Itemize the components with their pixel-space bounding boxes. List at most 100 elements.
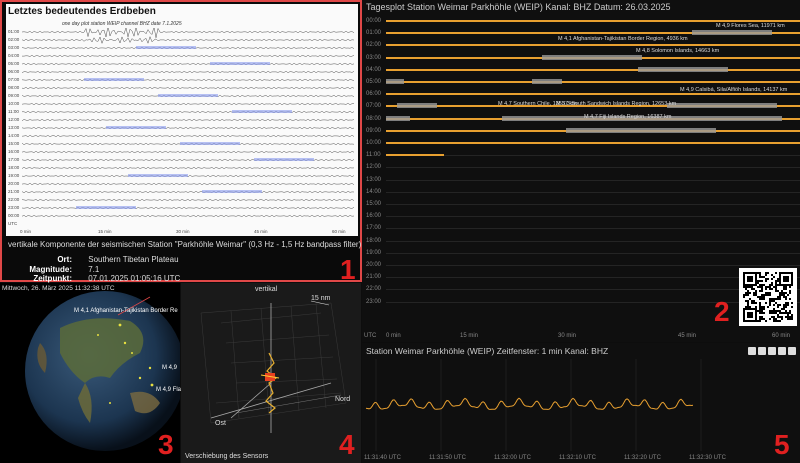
- seismogram-x-tick: 15 min: [98, 229, 112, 234]
- seismogram-trace: [22, 78, 354, 82]
- seismogram-hour-label: 13:00: [8, 125, 20, 130]
- seismogram-hour-label: 20:00: [8, 181, 20, 186]
- event-highlight: [667, 103, 777, 109]
- quake-label[interactable]: M 4,9 Calsibá, Sila/Alfiöh Islands, 1413…: [680, 87, 787, 93]
- quake-label[interactable]: M 4,7 Fiji Islands Region, 16387 km: [584, 114, 671, 120]
- hour-label: 04:00: [366, 66, 382, 73]
- event-marker: [76, 206, 136, 209]
- location-label: Ort:: [57, 255, 72, 264]
- globe-quake-label: M 4,9 Fla: [156, 387, 182, 393]
- hour-label: 03:00: [366, 54, 382, 61]
- sensor-displacement-panel: vertikal 15 nm Nord Ost Verschiebung des…: [181, 283, 361, 463]
- event-marker: [106, 126, 166, 129]
- magnitude-label: Magnitude:: [29, 265, 72, 274]
- seismogram-trace: [22, 118, 354, 122]
- grid-line: [386, 265, 800, 266]
- seismogram-trace: [22, 70, 354, 74]
- trace-line: [386, 142, 800, 144]
- zoom-icon[interactable]: [758, 347, 766, 355]
- seismogram-x-tick: 30 min: [176, 229, 190, 234]
- hour-label: 02:00: [366, 42, 382, 49]
- hour-label: 15:00: [366, 201, 382, 207]
- seismogram-hour-label: 14:00: [8, 133, 20, 138]
- x-tick-label: 11:32:10 UTC: [559, 455, 596, 461]
- hour-label: 10:00: [366, 140, 382, 146]
- edit-icon[interactable]: [788, 347, 796, 355]
- hour-label: 13:00: [366, 176, 382, 183]
- event-highlight: [692, 30, 772, 36]
- seismogram-trace: [22, 206, 354, 210]
- hour-label: 08:00: [366, 115, 382, 122]
- hour-label: 14:00: [366, 188, 382, 195]
- latest-earthquake-panel: Letztes bedeutendes Erdbeben one day plo…: [0, 0, 362, 284]
- seismogram-hour-label: 18:00: [8, 165, 20, 170]
- x-tick-label: 11:32:00 UTC: [494, 455, 531, 461]
- event-marker: [136, 46, 196, 49]
- hour-label: 07:00: [366, 103, 382, 110]
- hour-label: 05:00: [366, 79, 382, 85]
- seismogram-image: Letztes bedeutendes Erdbeben one day plo…: [6, 4, 358, 236]
- info-magnitude: Magnitude: 7.1: [2, 265, 99, 274]
- qr-code-icon[interactable]: [739, 268, 797, 326]
- axis-east-label: Ost: [215, 420, 226, 427]
- hour-label: 17:00: [366, 225, 382, 232]
- seismogram-trace: [22, 134, 354, 138]
- grid-line: [386, 301, 800, 303]
- seismogram-trace: [22, 36, 354, 44]
- trace-line: [386, 81, 800, 83]
- trace-line: [386, 154, 444, 157]
- x-tick-label: 15 min: [460, 333, 479, 339]
- info-location: Ort: Southern Tibetan Plateau: [2, 255, 178, 264]
- seismogram-traces: [22, 28, 354, 218]
- time-label: Zeitpunkt:: [33, 274, 72, 283]
- globe-quake-label: M 4,1 Afghanistan-Tajikistan Border Re: [74, 308, 178, 314]
- info-time: Zeitpunkt: 07.01.2025 01:05:16 UTC: [2, 274, 180, 283]
- quake-label[interactable]: M 4,1 Afghanistan-Tajikistan Border Regi…: [558, 36, 688, 42]
- panel-number-badge: 5: [774, 429, 790, 460]
- hour-label: 00:00: [366, 18, 382, 24]
- image-icon[interactable]: [748, 347, 756, 355]
- x-tick-label: 11:32:30 UTC: [689, 455, 726, 461]
- x-tick-label: 60 min: [772, 333, 791, 339]
- event-highlight: [397, 103, 437, 109]
- reset-icon[interactable]: [778, 347, 786, 355]
- grid-line: [386, 252, 800, 254]
- hour-label: 21:00: [366, 274, 382, 281]
- event-marker: [128, 174, 188, 177]
- hour-label: 23:00: [366, 298, 382, 305]
- event-highlight: [566, 127, 716, 133]
- quake-label[interactable]: M 4,8 Solomon Islands, 14663 km: [636, 48, 719, 54]
- displacement-caption: Verschiebung des Sensors: [185, 453, 269, 460]
- seismogram-hour-label: 01:00: [8, 29, 20, 34]
- time-value: 07.01.2025 01:05:16 UTC: [88, 274, 181, 283]
- grid-line: [386, 216, 800, 218]
- hour-label: 18:00: [366, 237, 382, 244]
- scale-label: 15 nm: [311, 295, 331, 302]
- quake-label[interactable]: M 5,3 South Sandwich Islands Region, 126…: [556, 101, 676, 107]
- seismogram-hour-label: 19:00: [8, 173, 20, 178]
- seismogram-hour-label: 22:00: [8, 197, 20, 202]
- event-marker: [202, 190, 262, 193]
- event-marker: [210, 62, 270, 65]
- seismogram-trace: [22, 110, 354, 114]
- live-trace-plot[interactable]: [362, 359, 800, 451]
- quake-label[interactable]: M 4,9 Flores Sea, 11971 km: [716, 23, 785, 29]
- seismogram-x-tick: 60 min: [332, 229, 346, 234]
- daily-plot-panel: Tagesplot Station Weimar Parkhöhle (WEIP…: [362, 0, 800, 342]
- event-marker: [180, 142, 240, 145]
- globe-quake-label: M 4,9: [162, 365, 178, 371]
- seismogram-trace: [22, 214, 354, 218]
- trace-line: [386, 44, 800, 47]
- grid-line: [386, 167, 800, 169]
- grid-line: [386, 204, 800, 205]
- daily-plot-title: Tagesplot Station Weimar Parkhöhle (WEIP…: [366, 2, 671, 12]
- hour-label: 09:00: [366, 127, 382, 134]
- seismogram-trace: [22, 54, 354, 58]
- hour-label: 20:00: [366, 262, 382, 268]
- seismogram-hour-label: 09:00: [8, 93, 20, 98]
- seismogram-hour-label: 02:00: [8, 37, 20, 42]
- panel-number-badge: 2: [714, 296, 730, 327]
- pan-icon[interactable]: [768, 347, 776, 355]
- displacement-3d-view[interactable]: [181, 283, 361, 463]
- hour-label: 19:00: [366, 249, 382, 256]
